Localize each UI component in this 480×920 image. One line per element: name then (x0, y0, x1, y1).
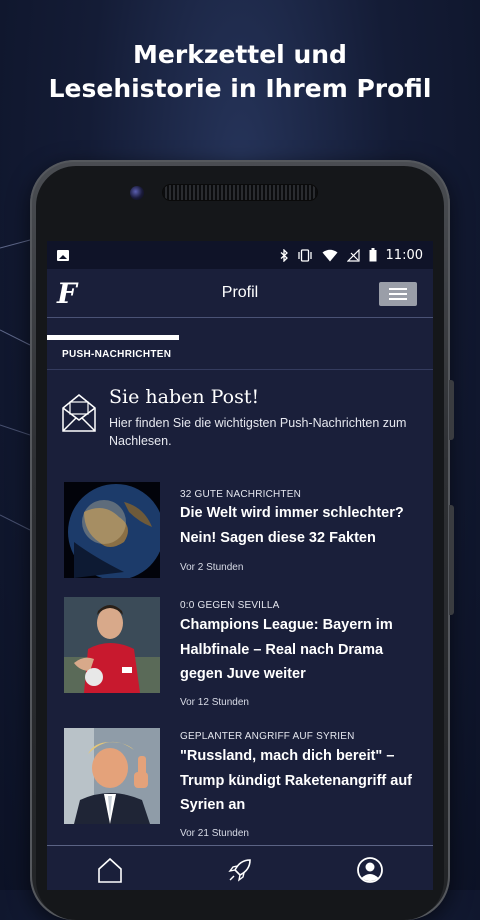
menu-button[interactable] (379, 282, 417, 306)
no-signal-icon (346, 248, 360, 262)
article-item[interactable]: 32 GUTE NACHRICHTEN Die Welt wird immer … (64, 482, 424, 580)
article-time: Vor 21 Stunden (180, 828, 249, 839)
earth-photo (64, 482, 160, 578)
wifi-icon (322, 249, 338, 261)
article-title[interactable]: Die Welt wird immer schlechter? Nein! Sa… (180, 501, 425, 550)
page-title: Profil (221, 284, 259, 301)
article-kicker: 0:0 GEGEN SEVILLA (180, 600, 280, 611)
home-icon[interactable] (96, 856, 124, 884)
hamburger-icon-bar (389, 288, 407, 290)
article-time: Vor 12 Stunden (180, 697, 249, 708)
profile-icon[interactable] (356, 856, 384, 884)
app-screen: 11:00 F Profil PUSH-NACHRICHTEN Sie habe… (47, 241, 433, 890)
hamburger-icon-bar (389, 293, 407, 295)
rocket-icon[interactable] (226, 856, 254, 884)
phone-speaker (163, 185, 317, 200)
article-item[interactable]: GEPLANTER ANGRIFF AUF SYRIEN "Russland, … (64, 728, 424, 848)
section-divider (47, 369, 433, 370)
article-item[interactable]: 0:0 GEGEN SEVILLA Champions League: Baye… (64, 597, 424, 717)
post-description: Hier finden Sie die wichtigsten Push-Nac… (109, 416, 407, 448)
image-icon (57, 249, 69, 261)
section-label[interactable]: PUSH-NACHRICHTEN (62, 349, 171, 360)
article-thumbnail[interactable] (64, 597, 160, 693)
battery-icon (369, 248, 377, 262)
volume-button (449, 380, 454, 440)
headline-line-2: Lesehistorie in Ihrem Profil (48, 74, 432, 103)
envelope-icon (62, 394, 96, 432)
politician-photo (64, 728, 160, 824)
article-thumbnail[interactable] (64, 482, 160, 578)
bluetooth-icon (280, 248, 288, 262)
article-kicker: GEPLANTER ANGRIFF AUF SYRIEN (180, 731, 355, 742)
bottom-navigation (47, 845, 433, 890)
vibrate-icon (297, 248, 312, 262)
clock: 11:00 (385, 247, 423, 263)
promo-headline: Merkzettel und Lesehistorie in Ihrem Pro… (0, 38, 480, 106)
article-time: Vor 2 Stunden (180, 562, 244, 573)
front-camera (130, 186, 144, 200)
active-tab-indicator (47, 335, 179, 340)
article-title[interactable]: "Russland, mach dich bereit" – Trump kün… (180, 744, 425, 818)
hamburger-icon-bar (389, 298, 407, 300)
status-bar: 11:00 (47, 241, 433, 269)
article-kicker: 32 GUTE NACHRICHTEN (180, 489, 302, 500)
post-title: Sie haben Post! (109, 386, 260, 408)
app-bar: F Profil (47, 269, 433, 318)
article-title[interactable]: Champions League: Bayern im Halbfinale –… (180, 613, 425, 687)
headline-line-1: Merkzettel und (133, 40, 347, 69)
football-player-photo (64, 597, 160, 693)
power-button (449, 505, 454, 615)
article-thumbnail[interactable] (64, 728, 160, 824)
